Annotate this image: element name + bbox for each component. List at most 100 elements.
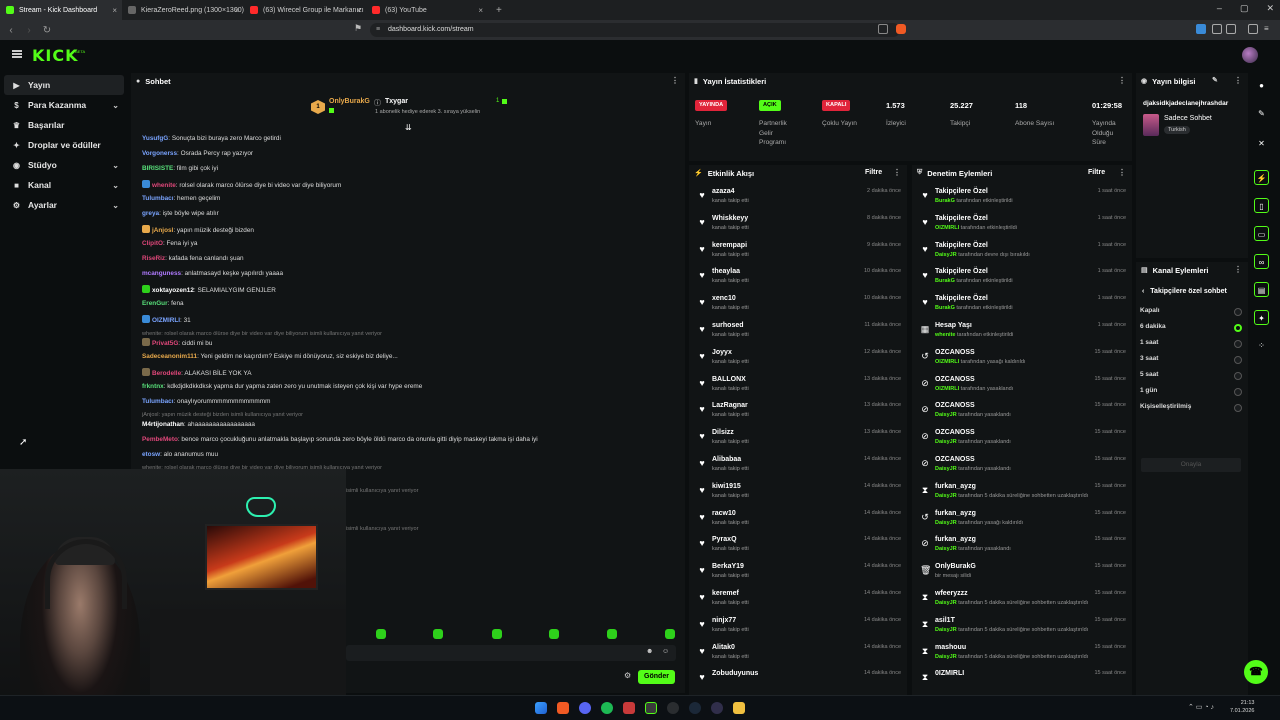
edit-icon[interactable]: ✎ — [1212, 76, 1218, 84]
brave-icon[interactable] — [557, 702, 569, 714]
chat-username[interactable]: PembeMeto — [142, 436, 178, 443]
mod-action-item[interactable]: ♥ Takipçilere Özel BurakG tarafından etkin… — [912, 292, 1132, 319]
mod-action-item[interactable]: ⊘ OZCANOSS DaisyJR tarafından yasaklandı 15… — [912, 399, 1132, 426]
minimize-icon[interactable]: – — [1217, 3, 1222, 14]
chat-username[interactable]: Vorgonerss — [142, 150, 177, 157]
mod-actor[interactable]: DaisyJR — [935, 466, 957, 472]
emote-icon[interactable] — [665, 629, 675, 639]
chat-username[interactable]: etosw — [142, 451, 160, 458]
mod-action-item[interactable]: ♥ Takipçilere Özel DaisyJR tarafından devr… — [912, 239, 1132, 266]
mod-actor[interactable]: DaisyJR — [935, 627, 957, 633]
activity-item[interactable]: ♥ Dilsizz kanalı takip etti 13 dakika önce — [689, 426, 907, 453]
send-button[interactable]: Gönder — [638, 670, 675, 684]
mod-action-item[interactable]: ⧗ asil1T DaisyJR tarafından 5 dakika sürel… — [912, 614, 1132, 641]
duration-option[interactable]: 3 saat — [1140, 355, 1244, 369]
radio-button[interactable] — [1234, 356, 1242, 364]
mod-actor[interactable]: DaisyJR — [935, 654, 957, 660]
expand-icon[interactable]: ✕ — [1254, 136, 1269, 151]
downloads-icon[interactable] — [1226, 24, 1236, 34]
chat-username[interactable]: Tulumbacı — [142, 195, 173, 202]
stats-more-icon[interactable]: ⋮ — [1118, 76, 1126, 85]
mod-action-item[interactable]: ⧗ 0IZMIRLI 15 saat önce — [912, 667, 1132, 694]
radio-button[interactable] — [1234, 324, 1242, 332]
close-window-icon[interactable]: ✕ — [1266, 3, 1274, 14]
mod-actor[interactable]: OIZMIRLI — [935, 359, 959, 365]
clipboard-icon[interactable]: ▯ — [1254, 198, 1269, 213]
mod-action-item[interactable]: ⧗ furkan_ayzg DaisyJR tarafından 5 dakika … — [912, 480, 1132, 507]
duration-option[interactable]: Kişiselleştirilmiş — [1140, 403, 1244, 417]
mod-action-item[interactable]: ⊘ furkan_ayzg DaisyJR tarafından yasakland… — [912, 533, 1132, 560]
share-icon[interactable] — [878, 24, 888, 34]
reload-icon[interactable]: ↻ — [40, 25, 54, 36]
tab-close-icon[interactable]: × — [234, 6, 239, 15]
mod-action-item[interactable]: 🗑 OnlyBurakG bir mesajı silidi 15 saat önce — [912, 560, 1132, 587]
activity-item[interactable]: ♥ BerkaY19 kanalı takip etti 14 dakika önce — [689, 560, 907, 587]
activity-item[interactable]: ♥ theaylaa kanalı takip etti 10 dakika önce — [689, 265, 907, 292]
mod-actor[interactable]: DaisyJR — [935, 412, 957, 418]
menu-icon[interactable]: ≡ — [1264, 24, 1274, 34]
duration-option[interactable]: 1 saat — [1140, 339, 1244, 353]
radio-button[interactable] — [1234, 340, 1242, 348]
activity-filter-button[interactable]: Filtre — [865, 169, 882, 176]
mod-actor[interactable]: BurakG — [935, 198, 955, 204]
sidebar-item[interactable]: ■ Kanal ⌄ — [4, 175, 124, 195]
duration-option[interactable]: 6 dakika — [1140, 323, 1244, 337]
chat-more-icon[interactable]: ⋮ — [671, 76, 679, 85]
pinned-leaderboard[interactable]: 1 OnlyBurakG ⓘ Txygar 1 1 abonelik hediy… — [311, 98, 511, 118]
wallet-icon[interactable] — [1212, 24, 1222, 34]
calendar-app-icon[interactable] — [623, 702, 635, 714]
chat-username[interactable]: M4rtijonathan — [142, 421, 184, 428]
chat-icon[interactable]: ▭ — [1254, 226, 1269, 241]
browser-tab[interactable]: Stream - Kick Dashboard × — [0, 0, 122, 20]
info-more-icon[interactable]: ⋮ — [1234, 76, 1242, 85]
category-name[interactable]: Sadece Sohbet — [1164, 115, 1212, 122]
emote-icon[interactable] — [549, 629, 559, 639]
steam-icon[interactable] — [689, 702, 701, 714]
activity-item[interactable]: ♥ Zobuduyunus 14 dakika önce — [689, 667, 907, 694]
mod-actor[interactable]: OIZMIRLI — [935, 225, 959, 231]
new-tab-icon[interactable]: + — [496, 5, 502, 16]
taskbar-clock[interactable]: 21:13 7.01.2026 — [1230, 699, 1254, 715]
mod-action-item[interactable]: ⧗ wfeeryzzz DaisyJR tarafından 5 dakika sü… — [912, 587, 1132, 614]
kick-logo[interactable]: KICK — [32, 46, 79, 65]
activity-item[interactable]: ♥ Alitak0 kanalı takip etti 14 dakika önce — [689, 641, 907, 668]
activity-item[interactable]: ♥ racw10 kanalı takip etti 14 dakika önce — [689, 507, 907, 534]
sidebar-item[interactable]: ✦ Droplar ve ödüller — [4, 135, 124, 155]
radio-button[interactable] — [1234, 308, 1242, 316]
mod-actor[interactable]: whenite — [935, 332, 955, 338]
mod-action-item[interactable]: ↺ OZCANOSS OIZMIRLI tarafından yasağı kald… — [912, 346, 1132, 373]
mod-actor[interactable]: BurakG — [935, 305, 955, 311]
emote-picker-icon[interactable]: ☻ — [646, 648, 653, 655]
sidebar-item[interactable]: ▶ Yayın — [4, 75, 124, 95]
brave-shield-icon[interactable] — [896, 24, 906, 34]
mod-action-item[interactable]: ⧗ mashouu DaisyJR tarafından 5 dakika süre… — [912, 641, 1132, 668]
activity-item[interactable]: ♥ xenc10 kanalı takip etti 10 dakika önce — [689, 292, 907, 319]
discord-icon[interactable] — [579, 702, 591, 714]
chat-username[interactable]: Privat5G — [152, 340, 178, 347]
emote-icon[interactable] — [492, 629, 502, 639]
forward-icon[interactable]: › — [22, 25, 36, 36]
link-icon[interactable]: ∞ — [1254, 254, 1269, 269]
mod-actor[interactable]: DaisyJR — [935, 439, 957, 445]
sidebar-toggle-icon[interactable] — [1248, 24, 1258, 34]
chat-username[interactable]: YusufgG — [142, 135, 168, 142]
emote-icon[interactable] — [376, 629, 386, 639]
mention-icon[interactable]: ☺ — [662, 648, 669, 655]
mod-action-item[interactable]: ▦ Hesap Yaşı whenite tarafından etkinleşti… — [912, 319, 1132, 346]
sidebar-item[interactable]: $ Para Kazanma ⌄ — [4, 95, 124, 115]
activity-item[interactable]: ♥ PyraxQ kanalı takip etti 14 dakika önce — [689, 533, 907, 560]
chat-username[interactable]: ClipitO — [142, 240, 163, 247]
folder-icon[interactable] — [733, 702, 745, 714]
browser-tab[interactable]: (63) YouTube × — [366, 0, 488, 20]
back-icon[interactable]: ‹ — [4, 25, 18, 36]
mod-action-item[interactable]: ♥ Takipçilere Özel OIZMIRLI tarafından etk… — [912, 212, 1132, 239]
activity-item[interactable]: ♥ Whiskkeyy kanalı takip etti 8 dakika önce — [689, 212, 907, 239]
maximize-icon[interactable]: ▢ — [1240, 3, 1249, 14]
mod-action-item[interactable]: ⊘ OZCANOSS OIZMIRLI tarafından yasaklandı 1… — [912, 373, 1132, 400]
chat-username[interactable]: frkntnx — [142, 383, 164, 390]
chat-username[interactable]: mcanguness — [142, 270, 181, 277]
chat-username[interactable]: greya — [142, 210, 159, 217]
tab-close-icon[interactable]: × — [112, 6, 117, 15]
lightning-icon[interactable]: ⚡ — [1254, 170, 1269, 185]
activity-item[interactable]: ♥ BALLONX kanalı takip etti 13 dakika önce — [689, 373, 907, 400]
